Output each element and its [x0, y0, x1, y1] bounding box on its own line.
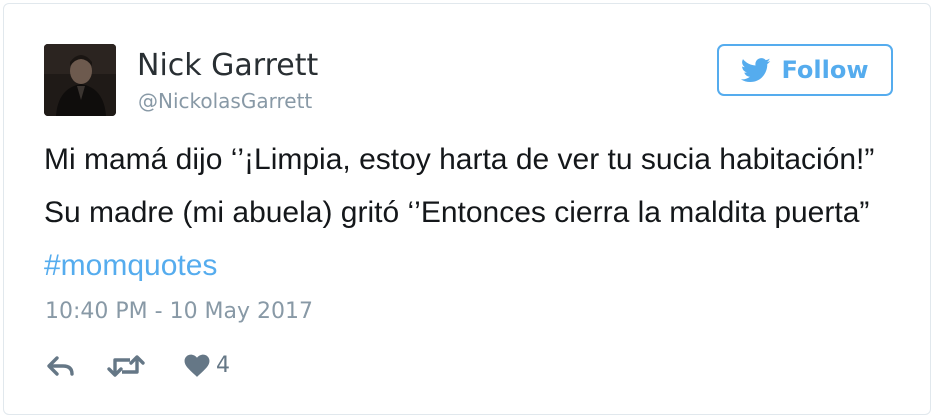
tweet-card: Nick Garrett @NickolasGarrett Follow Mi …: [3, 3, 931, 415]
like-button[interactable]: 4: [184, 348, 230, 384]
reply-icon: [47, 356, 74, 376]
follow-label: Follow: [781, 56, 869, 84]
reply-button[interactable]: [46, 348, 76, 384]
tweet-timestamp[interactable]: 10:40 PM - 10 May 2017: [45, 297, 313, 327]
like-count: 4: [216, 353, 230, 378]
tweet-text-line-1: Mi mamá dijo ‘’¡Limpia, estoy harta de v…: [44, 143, 875, 176]
author-handle[interactable]: @NickolasGarrett: [138, 88, 312, 114]
avatar[interactable]: [44, 44, 116, 116]
retweet-icon: [107, 355, 145, 377]
retweet-button[interactable]: [106, 348, 146, 384]
avatar-photo: [44, 44, 116, 116]
author-name[interactable]: Nick Garrett: [137, 48, 318, 84]
hashtag-link[interactable]: #momquotes: [44, 247, 217, 285]
follow-button[interactable]: Follow: [717, 44, 893, 96]
tweet-text-line-2: Su madre (mi abuela) gritó ‘’Entonces ci…: [44, 196, 870, 229]
twitter-bird-icon: [741, 57, 771, 82]
heart-icon: [184, 354, 210, 377]
